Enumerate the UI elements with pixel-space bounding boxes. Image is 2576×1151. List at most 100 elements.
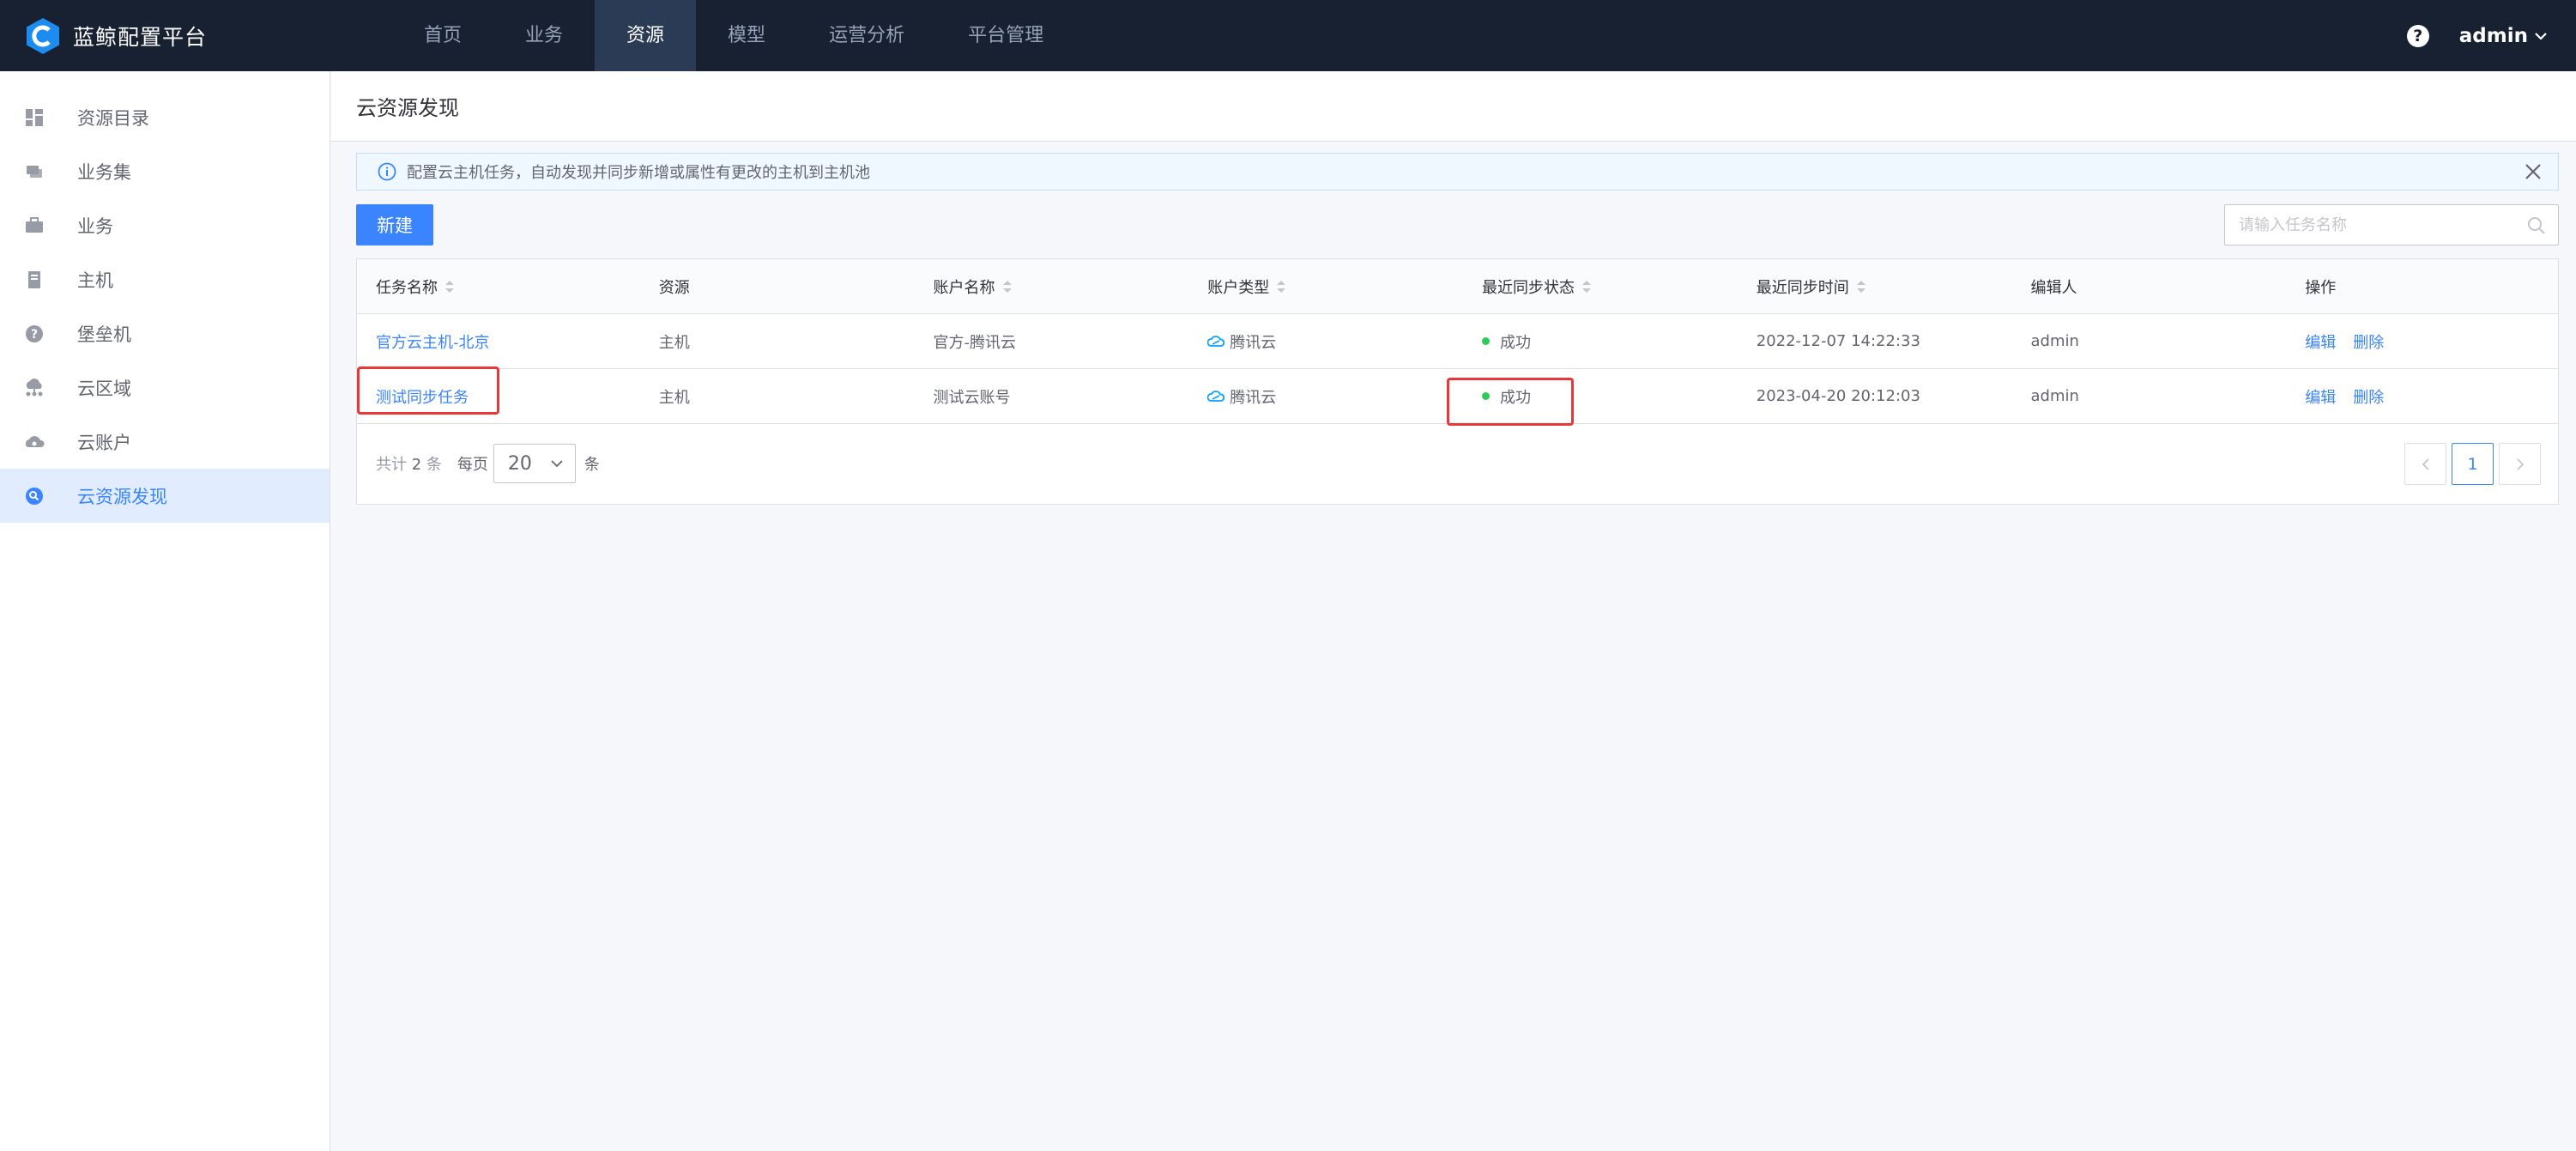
per-page-unit: 条 (584, 456, 600, 474)
header-label: 最近同步时间 (1756, 278, 1849, 297)
column-header-resource: 资源 (658, 278, 690, 297)
sidebar-item-label: 主机 (77, 270, 113, 291)
sidebar-item-business-set[interactable]: 业务集 (0, 144, 330, 198)
prev-page-button[interactable] (2404, 443, 2446, 485)
column-header-account-name[interactable]: 账户名称 (915, 276, 1189, 298)
main-nav: 首页 业务 资源 模型 运营分析 平台管理 (392, 0, 1075, 71)
task-name-link[interactable]: 官方云主机-北京 (376, 330, 490, 353)
cloud-discover-icon (24, 486, 45, 506)
sync-time-cell: 2023-04-20 20:12:03 (1756, 387, 1920, 405)
page-1-button[interactable]: 1 (2452, 443, 2494, 485)
sidebar-item-label: 业务 (77, 215, 113, 237)
column-header-account-type[interactable]: 账户类型 (1188, 276, 1463, 298)
sync-status-label: 成功 (1500, 333, 1531, 352)
sort-icon[interactable] (1581, 280, 1592, 294)
app-title: 蓝鲸配置平台 (73, 24, 208, 50)
top-navigation-bar: 蓝鲸配置平台 首页 业务 资源 模型 运营分析 平台管理 ? admin (0, 0, 2576, 71)
nav-model[interactable]: 模型 (696, 0, 797, 71)
help-icon[interactable]: ? (2406, 24, 2429, 47)
host-icon (24, 270, 45, 290)
edit-button[interactable]: 编辑 (2305, 330, 2336, 353)
header-label: 账户名称 (933, 278, 995, 297)
sidebar-item-cloud-area[interactable]: 云区域 (0, 360, 330, 415)
briefcase-icon (24, 215, 45, 236)
pagination: 共计 2 条 每页 20 条 1 (357, 424, 2558, 503)
sidebar-item-label: 云账户 (77, 432, 131, 453)
info-alert: 配置云主机任务，自动发现并同步新增或属性有更改的主机到主机池 (356, 153, 2559, 191)
header-label: 任务名称 (376, 278, 438, 297)
sort-icon[interactable] (444, 280, 455, 294)
new-task-button[interactable]: 新建 (356, 204, 433, 245)
delete-button[interactable]: 删除 (2353, 385, 2384, 408)
sort-icon[interactable] (1856, 280, 1866, 294)
account-name-cell: 测试云账号 (933, 388, 1011, 407)
business-set-icon (24, 161, 45, 182)
sidebar-item-host[interactable]: 主机 (0, 252, 330, 306)
grid-icon (24, 107, 45, 128)
total-count: 共计 2 条 (376, 452, 442, 475)
sidebar-item-business[interactable]: 业务 (0, 198, 330, 252)
editor-cell: admin (2030, 332, 2079, 350)
account-type-label: 腾讯云 (1230, 333, 1277, 352)
total-number: 2 (411, 456, 422, 474)
chevron-right-icon (2516, 457, 2524, 470)
svg-text:?: ? (31, 328, 38, 342)
header-label: 最近同步状态 (1482, 278, 1575, 297)
sidebar-item-label: 业务集 (77, 161, 131, 183)
column-header-editor: 编辑人 (2030, 278, 2077, 297)
success-status-icon (1482, 337, 1490, 345)
close-icon[interactable] (2524, 162, 2543, 181)
sidebar-item-label: 云区域 (77, 378, 131, 399)
highlight-box-task-name (357, 367, 499, 415)
delete-button[interactable]: 删除 (2353, 330, 2384, 353)
main-content: 云资源发现 配置云主机任务，自动发现并同步新增或属性有更改的主机到主机池 新建 … (331, 71, 2576, 1151)
chevron-down-icon (551, 460, 563, 468)
total-prefix: 共计 (376, 456, 407, 474)
total-suffix: 条 (426, 456, 442, 474)
column-header-sync-status[interactable]: 最近同步状态 (1463, 276, 1738, 298)
account-type-label: 腾讯云 (1230, 388, 1277, 407)
sidebar-item-label: 堡垒机 (77, 324, 131, 345)
edit-button[interactable]: 编辑 (2305, 385, 2336, 408)
search-input[interactable] (2225, 205, 2517, 245)
sidebar-item-cloud-account[interactable]: 云账户 (0, 415, 330, 469)
user-menu[interactable]: admin (2459, 25, 2547, 47)
chevron-left-icon (2422, 457, 2429, 470)
per-page-select[interactable]: 20 (493, 444, 576, 483)
column-header-task-name[interactable]: 任务名称 (357, 276, 640, 298)
page-title: 云资源发现 (356, 96, 459, 120)
highlight-box-sync-status (1447, 378, 1574, 426)
account-name-cell: 官方-腾讯云 (933, 333, 1017, 352)
nav-business[interactable]: 业务 (493, 0, 595, 71)
search-box (2224, 204, 2559, 245)
per-page-value: 20 (507, 452, 532, 475)
column-header-actions: 操作 (2305, 278, 2337, 297)
nav-analysis[interactable]: 运营分析 (797, 0, 936, 71)
search-icon[interactable] (2527, 216, 2546, 235)
nav-home[interactable]: 首页 (392, 0, 493, 71)
sidebar-item-bastion[interactable]: ? 堡垒机 (0, 306, 330, 360)
username: admin (2458, 24, 2528, 47)
column-header-sync-time[interactable]: 最近同步时间 (1738, 276, 2012, 298)
tencent-cloud-icon (1207, 390, 1225, 402)
alert-text: 配置云主机任务，自动发现并同步新增或属性有更改的主机到主机池 (407, 164, 870, 182)
sort-icon[interactable] (1002, 280, 1013, 294)
chevron-down-icon (2535, 32, 2547, 40)
sidebar-item-label: 云资源发现 (77, 486, 167, 507)
nav-platform[interactable]: 平台管理 (936, 0, 1075, 71)
page-header: 云资源发现 (331, 71, 2576, 142)
question-icon: ? (24, 324, 45, 344)
table-row: 官方云主机-北京 主机 官方-腾讯云 腾讯云 成功 2022-12-07 14:… (357, 314, 2558, 369)
resource-cell: 主机 (658, 333, 690, 352)
sidebar-item-label: 资源目录 (77, 107, 149, 129)
header-label: 账户类型 (1207, 278, 1270, 297)
nav-resource[interactable]: 资源 (595, 0, 697, 71)
sort-icon[interactable] (1276, 280, 1286, 294)
resource-cell: 主机 (658, 388, 690, 407)
sidebar-item-cloud-discover[interactable]: 云资源发现 (0, 469, 330, 523)
page-buttons: 1 (2399, 443, 2541, 485)
cloud-account-icon (24, 432, 45, 452)
next-page-button[interactable] (2499, 443, 2541, 485)
sidebar-item-resource-directory[interactable]: 资源目录 (0, 90, 330, 144)
logo[interactable]: 蓝鲸配置平台 (23, 16, 366, 56)
